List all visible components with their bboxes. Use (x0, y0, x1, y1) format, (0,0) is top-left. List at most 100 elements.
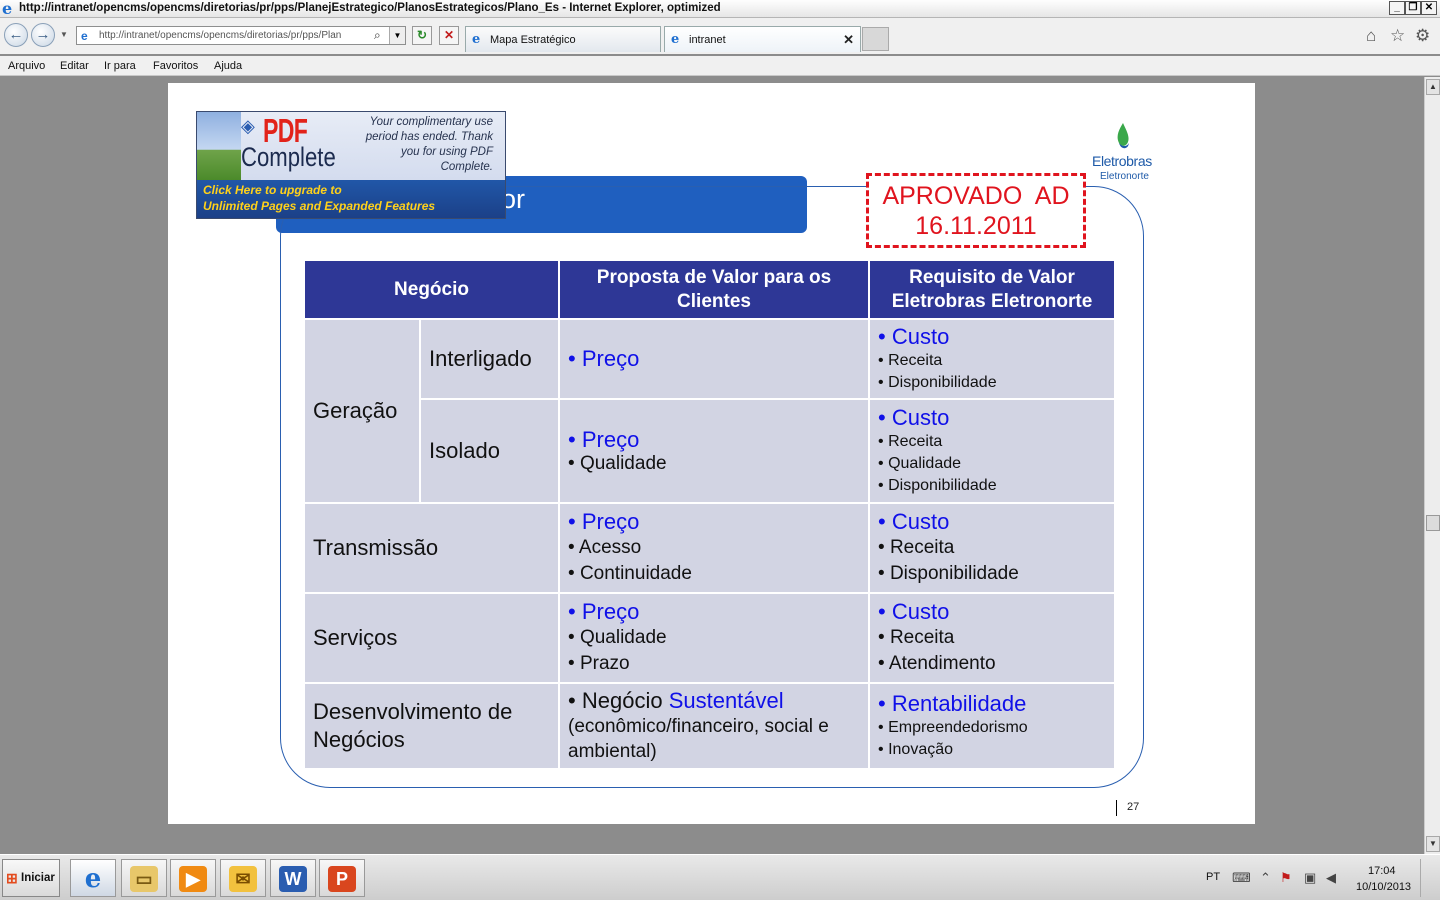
cta-line-2: Unlimited Pages and Expanded Features (203, 199, 436, 213)
history-dropdown-icon[interactable]: ▼ (60, 30, 68, 39)
scroll-thumb[interactable] (1426, 515, 1440, 531)
address-bar[interactable]: e http://intranet/opencms/opencms/direto… (76, 26, 406, 45)
list-item: • Disponibilidade (878, 477, 997, 494)
taskbar-word-button[interactable]: W (270, 859, 316, 897)
tab-ie-icon: e (472, 32, 481, 47)
menu-ir-para[interactable]: Ir para (104, 60, 136, 72)
tab-mapa-estrategico[interactable]: e Mapa Estratégico (465, 26, 661, 52)
taskbar-powerpoint-button[interactable]: P (319, 859, 365, 897)
list-item: • Preço (568, 599, 640, 624)
menu-favoritos[interactable]: Favoritos (153, 60, 198, 72)
list-item: • Custo (878, 599, 950, 624)
taskbar: ⊞ Iniciar e ▭ ▶ ✉ W P PT ⌨ ⌃ ⚑ ▣ ◀ 17:04… (0, 854, 1440, 900)
menu-editar[interactable]: Editar (60, 60, 89, 72)
taskbar-ie-button[interactable]: e (70, 859, 116, 897)
slide-page: or ◈ PDF Complete Your complimentary use… (168, 83, 1255, 824)
forward-button[interactable]: → (31, 23, 55, 47)
refresh-button[interactable]: ↻ (412, 26, 432, 45)
business-interligado: Interligado (418, 318, 561, 400)
page-number: 27 (1116, 800, 1139, 816)
pdf-layers-icon: ◈ (241, 116, 255, 136)
pdf-complete-banner[interactable]: ◈ PDF Complete Your complimentary use pe… (196, 111, 506, 219)
header-requisito: Requisito de Valor Eletrobras Eletronort… (868, 259, 1117, 320)
requirement-cell: • Custo • Receita • Disponibilidade (868, 502, 1117, 594)
volume-icon[interactable]: ◀ (1326, 871, 1336, 884)
window-title: http://intranet/opencms/opencms/diretori… (19, 2, 721, 14)
list-item: • Custo (878, 324, 950, 349)
proposal-cell: • Preço (558, 318, 871, 400)
menu-ajuda[interactable]: Ajuda (214, 60, 242, 72)
taskbar-outlook-button[interactable]: ✉ (220, 859, 266, 897)
home-icon[interactable]: ⌂ (1366, 27, 1376, 44)
table-row: Isolado • Preço • Qualidade • Custo • Re… (304, 398, 1117, 504)
network-icon[interactable]: ▣ (1304, 871, 1316, 884)
proposal-cell: • Preço • Qualidade (558, 398, 871, 504)
pdf-upgrade-link[interactable]: Click Here to upgrade to Unlimited Pages… (197, 180, 505, 218)
list-item: • Receita (878, 537, 955, 558)
minimize-button[interactable]: _ (1389, 1, 1405, 15)
list-item: • Atendimento (878, 653, 996, 674)
windows-logo-icon: ⊞ (6, 870, 18, 886)
requirement-cell: • Custo • Receita • Atendimento (868, 592, 1117, 684)
requirement-cell: • Custo • Receita • Disponibilidade (868, 318, 1117, 400)
stamp-line-1: APROVADO AD (882, 182, 1070, 210)
approval-stamp: APROVADO AD 16.11.2011 (866, 173, 1086, 248)
outlook-icon: ✉ (229, 866, 257, 892)
pdf-logo-bottom: Complete (241, 142, 336, 172)
proposal-cell: • Preço • Acesso • Continuidade (558, 502, 871, 594)
business-servicos: Serviços (302, 592, 561, 684)
taskbar-media-player-button[interactable]: ▶ (170, 859, 216, 897)
list-item: • Receita (878, 433, 943, 450)
favorites-star-icon[interactable]: ☆ (1390, 27, 1405, 44)
scroll-up-icon[interactable]: ▲ (1426, 79, 1440, 95)
show-hidden-icons-icon[interactable]: ⌃ (1260, 871, 1271, 884)
business-transmissao: Transmissão (302, 502, 561, 594)
clock-time[interactable]: 17:04 (1368, 865, 1396, 877)
list-item: • Qualidade (568, 453, 667, 474)
tools-gear-icon[interactable]: ⚙ (1415, 27, 1430, 44)
new-tab-button[interactable] (862, 27, 889, 51)
list-item: • Preço (568, 346, 640, 371)
list-item: • Disponibilidade (878, 563, 1019, 584)
table-row: Serviços • Preço • Qualidade • Prazo • C… (302, 592, 1117, 684)
keyboard-icon[interactable]: ⌨ (1232, 871, 1251, 884)
list-item: • Qualidade (878, 455, 962, 472)
proposal-cell: • Preço • Qualidade • Prazo (558, 592, 871, 684)
vertical-scrollbar[interactable]: ▲ ▼ (1424, 77, 1440, 854)
maximize-button[interactable]: ❐ (1405, 1, 1421, 15)
tab-intranet[interactable]: e intranet ✕ (664, 26, 861, 52)
eletrobras-leaf-icon (1117, 123, 1129, 149)
logo-name: Eletrobras (1092, 153, 1152, 169)
clock-date[interactable]: 10/10/2013 (1356, 881, 1411, 893)
requirement-cell: • Rentabilidade • Empreendedorismo • Ino… (868, 682, 1117, 770)
list-item: • Acesso (568, 537, 642, 558)
scroll-down-icon[interactable]: ▼ (1426, 836, 1440, 852)
dev-detail-text: (econômico/financeiro, social e ambienta… (568, 716, 829, 762)
requirement-cell: • Custo • Receita • Qualidade • Disponib… (868, 398, 1117, 504)
address-input[interactable]: http://intranet/opencms/opencms/diretori… (99, 30, 369, 41)
document-viewport: or ◈ PDF Complete Your complimentary use… (0, 77, 1424, 854)
start-button[interactable]: ⊞ Iniciar (2, 859, 60, 897)
close-window-button[interactable]: ✕ (1421, 1, 1437, 15)
show-desktop-button[interactable] (1420, 859, 1438, 897)
close-tab-icon[interactable]: ✕ (843, 32, 854, 48)
action-center-flag-icon[interactable]: ⚑ (1280, 871, 1292, 884)
stop-button[interactable]: ✕ (439, 26, 459, 45)
tab-ie-icon: e (671, 32, 680, 47)
tab-label: Mapa Estratégico (490, 34, 576, 46)
list-item: • Negócio Sustentável (568, 688, 784, 713)
language-indicator[interactable]: PT (1206, 871, 1220, 883)
start-label: Iniciar (21, 872, 55, 884)
business-geracao: Geração (303, 318, 421, 504)
header-proposta: Proposta de Valor para os Clientes (558, 259, 871, 320)
ie-icon: e (84, 864, 102, 894)
menu-arquivo[interactable]: Arquivo (8, 60, 45, 72)
taskbar-explorer-button[interactable]: ▭ (121, 859, 167, 897)
list-item: • Rentabilidade (878, 691, 1027, 716)
list-item: • Inovação (878, 741, 954, 758)
window-title-bar: e http://intranet/opencms/opencms/direto… (0, 0, 1440, 18)
address-dropdown-icon[interactable]: ▼ (389, 27, 405, 44)
back-button[interactable]: ← (4, 23, 28, 47)
list-item: • Custo (878, 405, 950, 430)
search-icon[interactable]: ⌕ (374, 28, 381, 43)
